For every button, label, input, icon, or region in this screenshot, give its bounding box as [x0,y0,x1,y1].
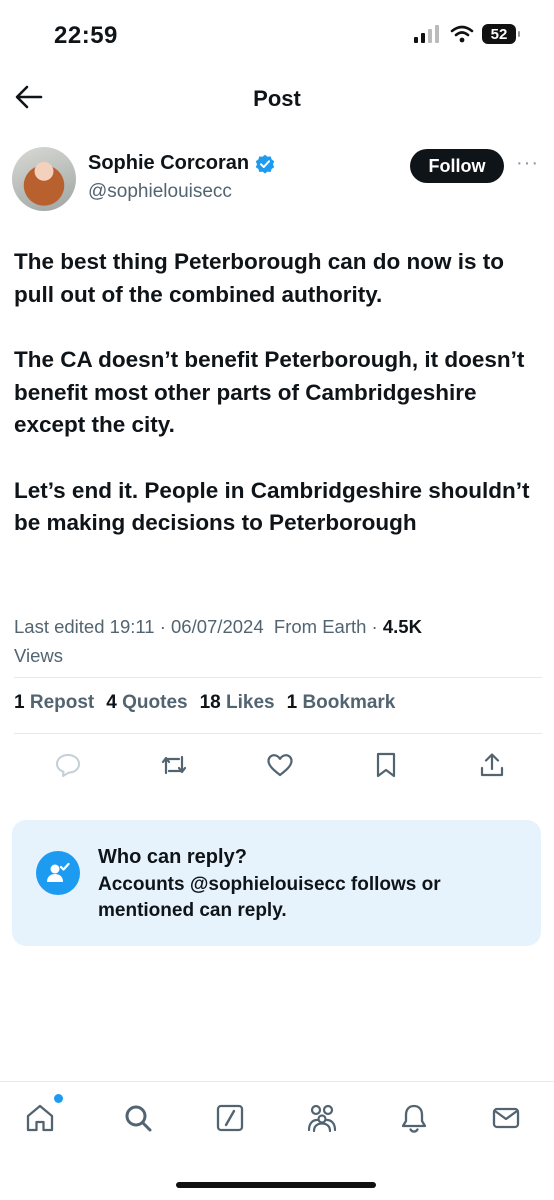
page-title: Post [253,86,301,111]
views-label: Views [14,645,64,666]
edited-timestamp[interactable]: Last edited 19:11 · 06/07/2024 [14,616,264,637]
author-name[interactable]: Sophie Corcoran [88,152,249,175]
home-icon [26,1104,54,1132]
divider [14,733,542,734]
bookmark-icon [376,752,396,778]
battery-level: 52 [490,25,508,43]
grok-icon [216,1104,244,1132]
tab-messages[interactable] [484,1096,528,1140]
search-icon [125,1105,152,1132]
communities-icon [307,1104,337,1133]
tab-bar-divider [0,1081,554,1082]
stat-reposts[interactable]: 1 Repost [14,692,94,714]
repost-button[interactable] [146,748,202,782]
who-can-reply-description: Accounts @sophielouisecc follows or ment… [98,874,441,921]
stat-likes[interactable]: 18 Likes [200,692,275,714]
post-actions [40,748,520,782]
stat-quotes[interactable]: 4 Quotes [106,692,187,714]
avatar[interactable] [12,147,76,211]
divider [14,677,542,678]
repost-icon [161,755,187,775]
battery-icon: 52 [482,24,520,44]
notifications-icon [401,1104,427,1133]
verified-badge-icon [255,154,275,173]
post-location: From Earth · [273,616,378,637]
messages-icon [492,1107,520,1129]
author-handle[interactable]: @sophielouisecc [88,181,232,203]
tab-notifications[interactable] [392,1096,436,1140]
more-options-icon[interactable]: ··· [516,152,539,175]
post-paragraph: The CA doesn’t benefit Peterborough, it … [14,347,525,437]
tab-home[interactable] [18,1096,62,1140]
views-count: 4.5K [382,616,422,637]
who-can-reply-title: Who can reply? [98,846,247,868]
tab-grok[interactable] [208,1096,252,1140]
status-icons: 52 [414,24,520,44]
home-notification-dot [54,1094,63,1103]
reply-button[interactable] [40,748,96,782]
tab-communities[interactable] [300,1096,344,1140]
person-check-icon [47,862,70,882]
home-indicator [176,1182,376,1188]
post-meta: Last edited 19:11 · 06/07/2024 From Eart… [14,612,534,670]
post-paragraph: The best thing Peterborough can do now i… [14,249,505,307]
reply-icon [56,754,80,777]
share-icon [480,753,504,777]
stat-bookmarks[interactable]: 1 Bookmark [287,692,396,714]
signal-icon [414,25,439,43]
status-time: 22:59 [54,22,118,49]
tab-search[interactable] [116,1096,160,1140]
bookmark-button[interactable] [358,748,414,782]
post-text: The best thing Peterborough can do now i… [14,246,544,573]
reply-restriction-icon [36,851,80,895]
engagement-stats: 1 Repost 4 Quotes 18 Likes 1 Bookmark [14,692,395,714]
post-paragraph: Let’s end it. People in Cambridgeshire s… [14,477,530,536]
like-button[interactable] [252,748,308,782]
author-name-row[interactable]: Sophie Corcoran [88,152,275,175]
like-icon [267,754,293,777]
wifi-icon [450,25,474,43]
share-button[interactable] [464,748,520,782]
follow-button[interactable]: Follow [410,149,504,183]
